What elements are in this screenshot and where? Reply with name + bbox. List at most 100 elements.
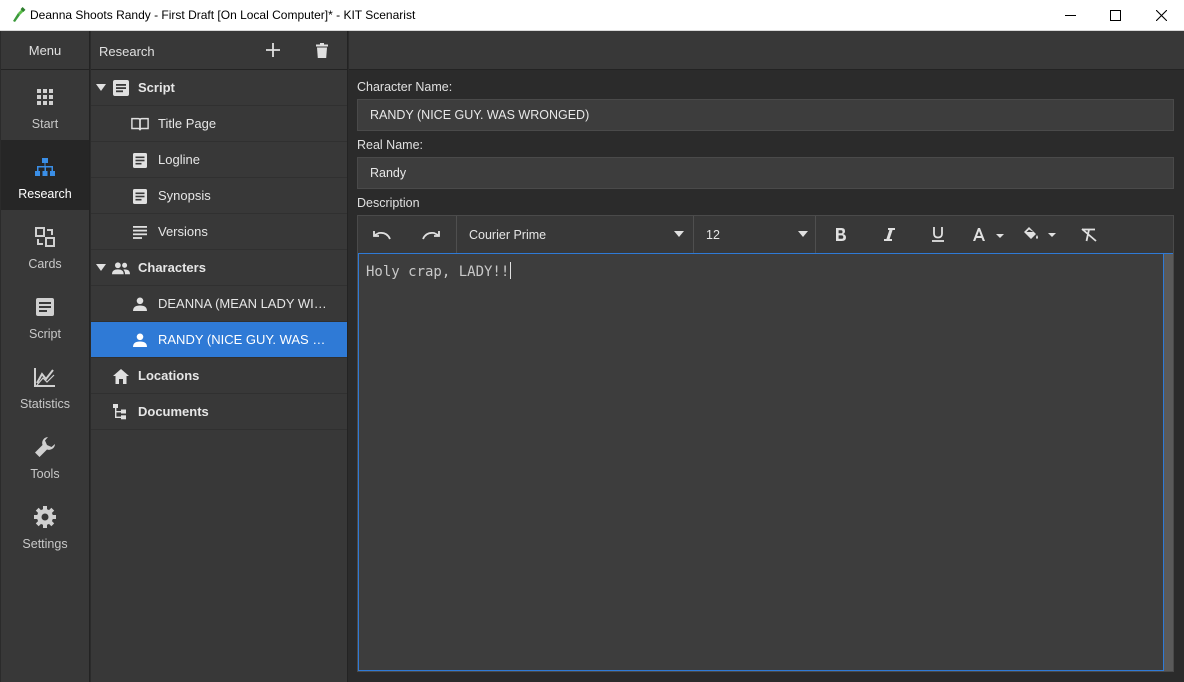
trash-icon (316, 42, 328, 58)
plus-icon (266, 43, 280, 57)
main-navigation: Menu Start Research Cards Script Statist… (1, 31, 90, 682)
tree-item-characters[interactable]: Characters (91, 250, 347, 286)
person-icon (131, 295, 149, 313)
text-color-icon (973, 227, 1004, 241)
add-item-button[interactable] (263, 40, 283, 60)
fill-color-button[interactable] (1020, 216, 1062, 253)
chevron-down-icon (798, 231, 808, 237)
delete-item-button[interactable] (312, 40, 332, 60)
tree-item-character-deanna[interactable]: DEANNA (MEAN LADY WITH ... (91, 286, 347, 322)
nav-item-start[interactable]: Start (1, 70, 89, 140)
bold-icon (835, 228, 846, 241)
tree-structure-icon (112, 403, 130, 421)
nav-item-research[interactable]: Research (1, 140, 89, 210)
tree-item-logline[interactable]: Logline (91, 142, 347, 178)
description-editor: Courier Prime 12 Holy crap, LADY!! (357, 215, 1174, 672)
sitemap-icon (34, 156, 56, 178)
expand-arrow-icon[interactable] (96, 83, 106, 93)
tree-item-label: Logline (158, 152, 200, 167)
window-title: Deanna Shoots Randy - First Draft [On Lo… (30, 8, 416, 22)
minimize-icon (1064, 15, 1076, 16)
tree-item-locations[interactable]: Locations (91, 358, 347, 394)
document-icon (34, 296, 56, 318)
font-family-dropdown[interactable]: Courier Prime (457, 216, 693, 253)
tree-item-label: Synopsis (158, 188, 211, 203)
nav-item-label: Script (29, 327, 61, 341)
tree-item-label: Versions (158, 224, 208, 239)
panel-title: Research (99, 44, 155, 59)
cards-icon (34, 226, 56, 248)
redo-button[interactable] (415, 216, 447, 253)
book-icon (131, 115, 149, 133)
nav-item-label: Settings (22, 537, 68, 551)
tree-item-character-randy[interactable]: RANDY (NICE GUY. WAS WR... (91, 322, 347, 358)
nav-item-label: Statistics (19, 397, 70, 411)
tree-item-documents[interactable]: Documents (91, 394, 347, 430)
undo-button[interactable] (366, 216, 398, 253)
real-name-input[interactable]: Randy (357, 157, 1174, 189)
nav-item-tools[interactable]: Tools (1, 420, 89, 490)
description-label: Description (357, 196, 420, 210)
maximize-button[interactable] (1092, 0, 1138, 31)
tree-item-label: Locations (138, 368, 200, 383)
italic-button[interactable] (874, 216, 904, 253)
chevron-down-icon (674, 231, 684, 237)
home-icon (112, 367, 130, 385)
chart-icon (34, 366, 56, 388)
research-panel-header: Research (91, 31, 347, 70)
minimize-button[interactable] (1047, 0, 1093, 31)
tree-item-label: Script (138, 80, 175, 95)
description-text: Holy crap, LADY!! (366, 264, 510, 280)
nav-item-label: Tools (30, 467, 60, 481)
font-size-dropdown[interactable]: 12 (694, 216, 815, 253)
tree-item-synopsis[interactable]: Synopsis (91, 178, 347, 214)
bold-button[interactable] (825, 216, 855, 253)
app-logo-icon (10, 7, 26, 23)
redo-icon (422, 230, 440, 239)
close-button[interactable] (1138, 0, 1184, 31)
menu-button[interactable]: Menu (1, 31, 89, 70)
document-icon (112, 79, 130, 97)
grid-icon (34, 86, 56, 108)
font-size-value: 12 (706, 227, 720, 242)
tree-item-label: RANDY (NICE GUY. WAS WR... (158, 332, 334, 347)
nav-item-statistics[interactable]: Statistics (1, 350, 89, 420)
font-family-value: Courier Prime (469, 227, 547, 242)
close-icon (1155, 10, 1167, 21)
nav-item-settings[interactable]: Settings (1, 490, 89, 560)
tree-item-label: Title Page (158, 116, 217, 131)
tree-item-script[interactable]: Script (91, 70, 347, 106)
description-text-area[interactable]: Holy crap, LADY!! (358, 254, 1164, 671)
gear-icon (34, 506, 56, 528)
vertical-scrollbar[interactable] (1164, 254, 1173, 671)
text-color-button[interactable] (970, 216, 1010, 253)
character-editor-panel: Character Name: RANDY (NICE GUY. WAS WRO… (349, 31, 1184, 682)
text-format-toolbar: Courier Prime 12 (358, 216, 1173, 254)
undo-icon (373, 230, 391, 239)
nav-item-label: Research (18, 187, 72, 201)
main-panel-header (349, 31, 1184, 70)
tree-item-title-page[interactable]: Title Page (91, 106, 347, 142)
underline-icon (932, 227, 944, 242)
fill-color-icon (1024, 227, 1056, 239)
real-name-label: Real Name: (357, 138, 423, 152)
document-icon (131, 187, 149, 205)
character-name-input[interactable]: RANDY (NICE GUY. WAS WRONGED) (357, 99, 1174, 131)
tree-item-versions[interactable]: Versions (91, 214, 347, 250)
nav-item-label: Start (31, 117, 59, 131)
text-cursor (510, 262, 512, 279)
tree-item-label: Documents (138, 404, 209, 419)
clear-format-icon (1081, 227, 1097, 242)
expand-arrow-icon[interactable] (96, 263, 106, 273)
tree-item-label: DEANNA (MEAN LADY WITH ... (158, 296, 334, 311)
lines-icon (131, 223, 149, 241)
nav-item-script[interactable]: Script (1, 280, 89, 350)
toolbar-separator (815, 216, 816, 253)
italic-icon (883, 228, 895, 241)
tree-item-label: Characters (138, 260, 206, 275)
nav-item-cards[interactable]: Cards (1, 210, 89, 280)
clear-format-button[interactable] (1074, 216, 1104, 253)
character-name-label: Character Name: (357, 80, 453, 94)
document-icon (131, 151, 149, 169)
underline-button[interactable] (923, 216, 953, 253)
